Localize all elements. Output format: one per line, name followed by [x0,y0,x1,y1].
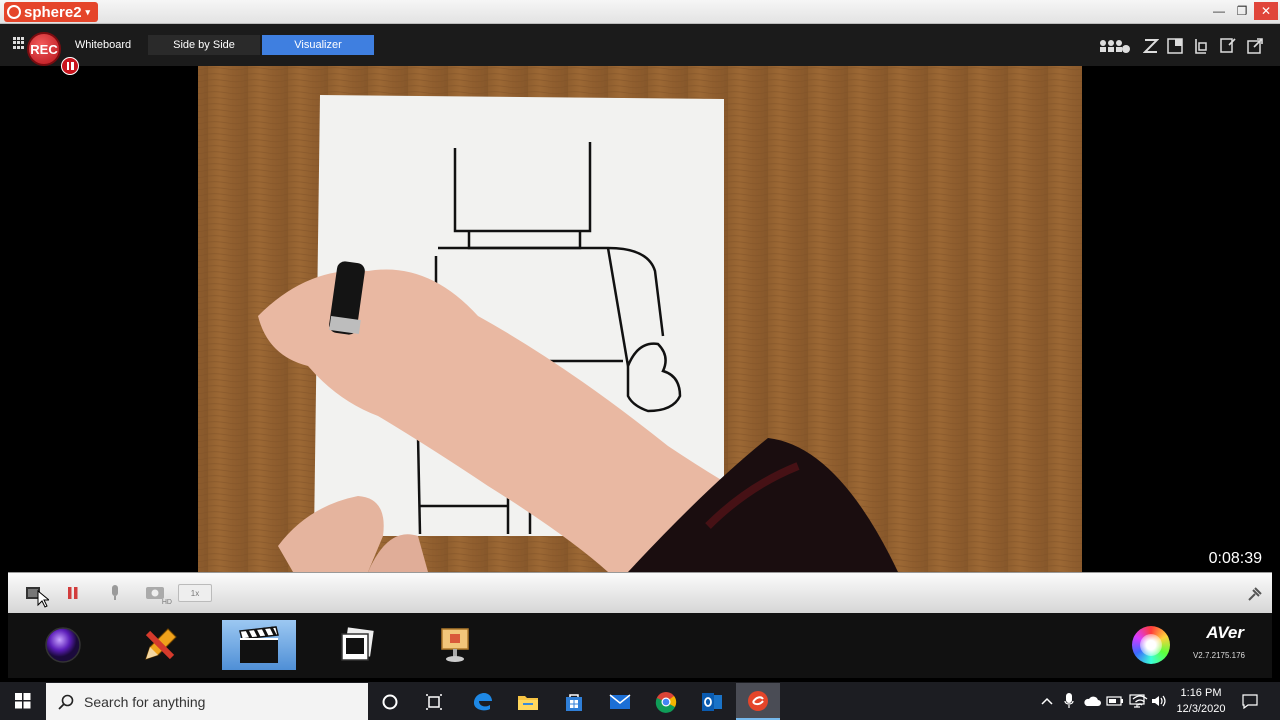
camera-hd-icon [146,587,164,599]
annotation-button[interactable] [123,620,197,670]
close-icon: ✕ [1260,4,1272,18]
wifi-icon [1132,695,1148,706]
external-icon[interactable] [1246,37,1264,55]
speed-label: 1x [190,588,200,598]
mail-icon [609,693,631,709]
task-view-button[interactable] [412,683,456,720]
app-title: sphere2 [24,3,82,21]
zoom-icon[interactable] [1142,37,1160,55]
mic-icon [112,585,118,600]
grid-menu-icon[interactable] [13,37,25,49]
windows-icon [15,693,31,709]
mail-button[interactable] [598,683,642,720]
sphere-logo-icon [7,5,21,19]
file-explorer-icon [518,695,538,710]
search-input[interactable]: Search for anything [46,683,368,720]
tab-label: Whiteboard [74,39,132,51]
pause-button[interactable] [66,584,80,602]
sphere2-taskbar-button[interactable] [736,683,780,720]
app-menu-button[interactable]: sphere2 ▾ [4,2,98,22]
window-icon[interactable] [1192,37,1210,55]
volume-icon [1152,695,1166,707]
annotation-pencil-icon [145,628,177,660]
chrome-button[interactable] [644,683,688,720]
restore-button[interactable]: ❐ [1231,2,1253,20]
pin-icon [1248,587,1262,601]
tray-onedrive[interactable] [1083,692,1101,710]
tab-label: Visualizer [294,39,342,51]
outlook-button[interactable] [690,683,734,720]
mouse-cursor-icon [37,590,49,608]
restore-icon: ❐ [1236,4,1248,18]
speed-button[interactable]: 1x [178,584,212,602]
record-button[interactable]: REC [27,32,61,66]
title-bar: sphere2 ▾ — ❐ ✕ [0,0,1280,24]
outlook-icon [702,692,722,711]
edge-button[interactable] [460,683,504,720]
version-label: V2.7.2175.176 [1192,651,1245,660]
camera-hd-button[interactable]: HD [140,584,172,606]
tray-volume[interactable] [1150,692,1168,710]
mode-bar: REC Whiteboard Side by Side Visualizer [0,24,1280,66]
chevron-down-icon: ▾ [85,6,91,17]
mic-button[interactable] [108,584,122,602]
minimize-button[interactable]: — [1208,2,1230,20]
system-clock[interactable]: 1:16 PM 12/3/2020 [1172,685,1230,717]
action-center-button[interactable] [1240,692,1260,710]
notification-icon [1242,694,1258,709]
tray-battery[interactable] [1106,692,1124,710]
presenter-button[interactable] [418,620,492,670]
recording-gallery-button[interactable] [222,620,296,670]
sphere2-icon [748,690,768,711]
camera-feed: 0:08:39 [8,66,1272,572]
search-placeholder: Search for anything [84,693,206,710]
record-label: REC [30,41,58,57]
tab-label: Side by Side [173,39,235,51]
tab-visualizer[interactable]: Visualizer [262,35,374,55]
tray-wifi[interactable] [1131,692,1149,710]
snapshot-gallery-icon [341,627,374,661]
pin-button[interactable] [1246,584,1266,602]
camera-settings-button[interactable] [26,620,100,670]
store-icon [566,693,582,711]
snapshot-button[interactable] [320,620,394,670]
hd-label: HD [161,599,172,606]
mic-icon [1064,693,1074,708]
tray-mic[interactable] [1062,692,1076,710]
freeze-icon[interactable] [1219,37,1237,55]
clapperboard-icon [239,626,279,663]
tool-dock: AVer V2.7.2175.176 [8,613,1272,678]
chevron-up-icon [1041,697,1053,705]
pause-recording-button[interactable] [61,57,79,75]
color-settings-icon[interactable] [1132,626,1170,664]
battery-icon [1106,696,1123,706]
search-icon [58,694,74,710]
edge-icon [474,692,492,710]
control-strip: HD 1x [8,572,1272,613]
people-network-icon[interactable] [1098,37,1132,55]
presenter-icon [441,628,469,662]
minimize-icon: — [1213,4,1225,18]
cortana-icon [382,694,398,709]
start-button[interactable] [0,682,46,720]
clock-time: 1:16 PM [1180,687,1222,699]
brand-logo: AVer [1206,623,1244,642]
close-button[interactable]: ✕ [1254,2,1278,20]
camera-icon [45,627,81,663]
split-screen-icon[interactable] [1166,37,1184,55]
store-button[interactable] [552,683,596,720]
chrome-icon [655,691,677,713]
tab-whiteboard[interactable]: Whiteboard [62,35,144,55]
cortana-button[interactable] [368,683,412,720]
task-view-icon [426,693,442,710]
show-hidden-icons-button[interactable] [1040,692,1054,710]
cloud-icon [1084,696,1101,706]
recording-timer: 0:08:39 [1208,550,1262,567]
clock-date: 12/3/2020 [1176,703,1226,715]
file-explorer-button[interactable] [506,683,550,720]
windows-taskbar: Search for anything 1:16 PM 12/3/2020 [0,682,1280,720]
pause-icon [68,587,78,599]
tab-side-by-side[interactable]: Side by Side [148,35,260,55]
camera-image [198,66,1082,572]
